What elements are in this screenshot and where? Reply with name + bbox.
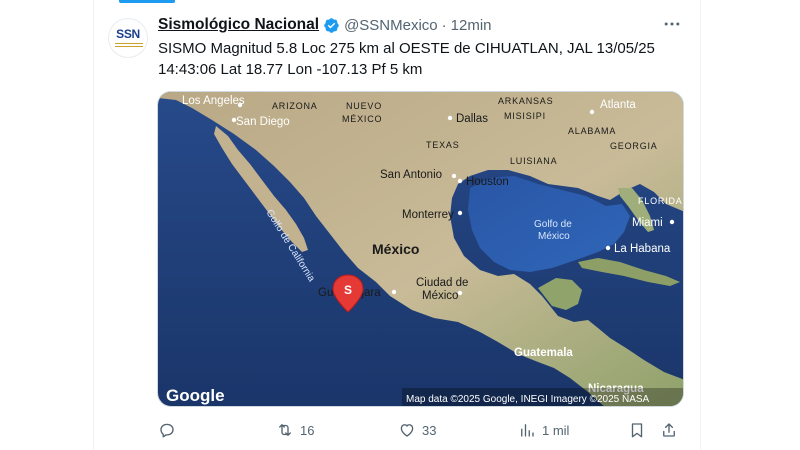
google-logo: Google [166, 386, 225, 405]
top-accent-bar [119, 0, 175, 3]
map-attribution: Map data ©2025 Google, INEGI Imagery ©20… [406, 394, 650, 405]
label-arkansas: ARKANSAS [498, 96, 553, 106]
heart-icon [400, 424, 414, 437]
label-san-antonio: San Antonio [380, 169, 442, 181]
separator-dot: · [441, 16, 447, 34]
retweet-count: 16 [300, 422, 315, 438]
share-button[interactable] [660, 418, 678, 442]
city-dot [457, 290, 463, 296]
label-texas: TEXAS [426, 140, 460, 150]
map-canvas: Los Angeles San Diego ARIZONA NUEVO MÉXI… [158, 92, 683, 406]
tweet-card[interactable]: SSN Sismológico Nacional @SSNMexico · 12… [93, 0, 701, 450]
label-miami: Miami [632, 217, 663, 229]
label-arizona: ARIZONA [272, 101, 318, 111]
label-monterrey: Monterrey [402, 209, 454, 221]
bookmark-icon [631, 423, 643, 438]
tweet-actions-bar: 16 33 1 mil [158, 418, 688, 442]
tweet-text: SISMO Magnitud 5.8 Loc 275 km al OESTE d… [158, 38, 688, 80]
map-image[interactable]: Los Angeles San Diego ARIZONA NUEVO MÉXI… [157, 91, 684, 407]
label-los-angeles: Los Angeles [182, 95, 245, 107]
epicenter-marker-label: S [344, 283, 352, 297]
city-dot [589, 109, 595, 115]
tweet-text-line-1: SISMO Magnitud 5.8 Loc 275 km al OESTE d… [158, 40, 655, 57]
tweet-text-line-2: 14:43:06 Lat 18.77 Lon -107.13 Pf 5 km [158, 61, 423, 78]
label-dallas: Dallas [456, 113, 488, 125]
city-dot [451, 173, 457, 179]
bookmark-button[interactable] [628, 418, 646, 442]
avatar-logo-lines [115, 43, 143, 49]
city-dot [231, 117, 237, 123]
label-ciudad-mexico: México [422, 290, 458, 302]
label-nuevo: NUEVO [346, 101, 382, 111]
avatar[interactable]: SSN [108, 18, 148, 58]
label-ciudad-de: Ciudad de [416, 277, 468, 289]
city-dot [391, 289, 397, 295]
label-la-habana: La Habana [614, 243, 671, 255]
city-dot [457, 210, 463, 216]
label-san-diego: San Diego [236, 116, 290, 128]
user-handle[interactable]: @SSNMexico [344, 17, 438, 34]
views-count: 1 mil [542, 422, 570, 438]
label-atlanta: Atlanta [600, 99, 636, 111]
like-count: 33 [422, 422, 437, 438]
like-button[interactable]: 33 [398, 418, 436, 442]
more-options-icon[interactable] [662, 14, 682, 34]
city-dot [605, 245, 611, 251]
share-icon [663, 423, 675, 437]
label-florida: FLORIDA [638, 196, 683, 206]
timestamp[interactable]: 12min [451, 17, 492, 34]
label-luisiana: LUISIANA [510, 156, 557, 166]
tweet-header: Sismológico Nacional @SSNMexico · 12min [158, 14, 492, 36]
city-dot [457, 178, 463, 184]
label-mexico-country: México [372, 241, 419, 257]
display-name[interactable]: Sismológico Nacional [158, 16, 319, 34]
reply-icon [160, 423, 174, 438]
label-misisipi: MISISIPI [504, 111, 546, 121]
label-alabama: ALABAMA [568, 126, 616, 136]
views-button[interactable]: 1 mil [518, 418, 569, 442]
retweet-button[interactable]: 16 [276, 418, 314, 442]
label-golfo-mexico: México [538, 231, 570, 242]
city-dot [237, 102, 243, 108]
city-dot [447, 115, 453, 121]
label-houston: Houston [466, 176, 509, 188]
verified-badge-icon[interactable] [323, 17, 340, 34]
reply-button[interactable] [158, 418, 182, 442]
views-icon [521, 424, 534, 437]
avatar-logo-text: SSN [116, 27, 140, 41]
label-golfo-de: Golfo de [534, 219, 572, 230]
label-georgia: GEORGIA [610, 141, 658, 151]
label-guatemala: Guatemala [514, 347, 573, 359]
label-nuevo-mexico: MÉXICO [342, 114, 382, 124]
retweet-icon [279, 424, 291, 436]
city-dot [669, 219, 675, 225]
